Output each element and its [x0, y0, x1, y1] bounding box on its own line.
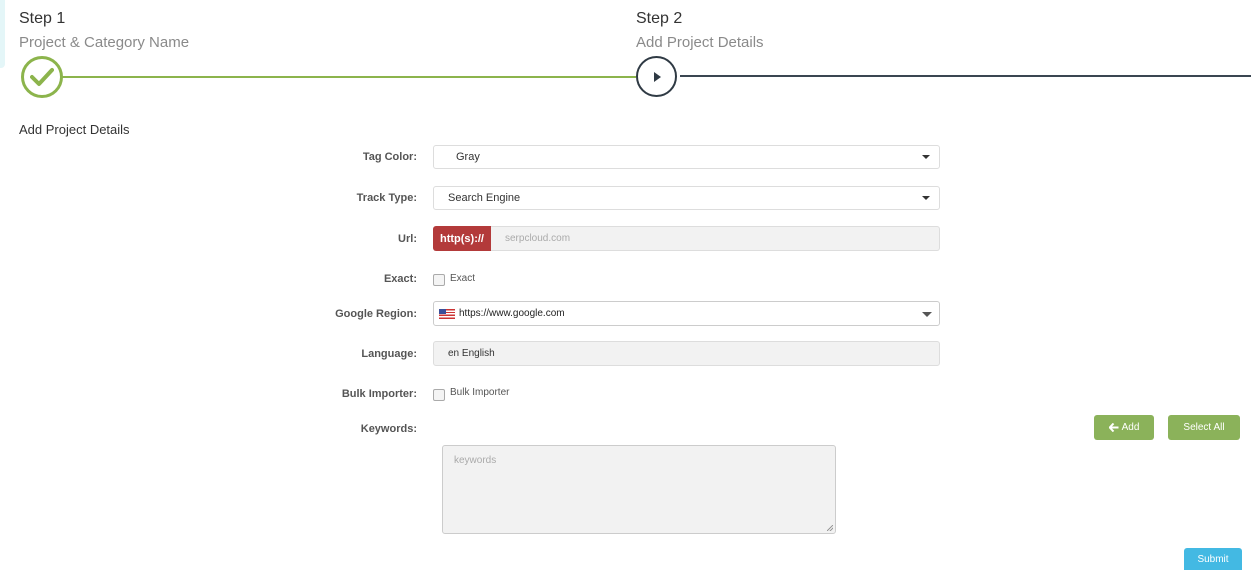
- url-protocol-prefix: http(s)://: [433, 226, 491, 251]
- step-2-current-indicator[interactable]: [636, 56, 677, 97]
- add-keyword-button[interactable]: Add: [1094, 415, 1154, 440]
- track-type-select[interactable]: Search Engine: [433, 186, 940, 210]
- language-value: en English: [448, 348, 495, 359]
- google-region-select[interactable]: https://www.google.com: [433, 301, 940, 326]
- chevron-down-icon: [922, 155, 930, 159]
- check-icon: [30, 68, 54, 86]
- us-flag-icon: [439, 308, 455, 319]
- add-button-label: Add: [1121, 422, 1140, 433]
- exact-checkbox-label[interactable]: Exact: [450, 273, 475, 284]
- keywords-textarea[interactable]: keywords: [442, 445, 836, 534]
- bulk-importer-label: Bulk Importer:: [341, 388, 417, 400]
- bulk-importer-checkbox[interactable]: [433, 389, 445, 401]
- step-2-title: Step 2: [636, 10, 683, 27]
- section-title: Add Project Details: [19, 122, 130, 137]
- tag-color-value: Gray: [456, 151, 480, 163]
- chevron-down-icon: [922, 312, 932, 317]
- resize-handle-icon[interactable]: [827, 525, 833, 531]
- step-1-title: Step 1: [19, 10, 66, 27]
- bulk-importer-checkbox-label[interactable]: Bulk Importer: [450, 387, 509, 398]
- step-1-subtitle: Project & Category Name: [19, 34, 190, 51]
- chevron-down-icon: [922, 196, 930, 200]
- keywords-label: Keywords:: [360, 423, 417, 435]
- language-field[interactable]: en English: [433, 341, 940, 366]
- exact-label: Exact:: [383, 273, 417, 285]
- play-icon: [653, 71, 661, 82]
- tag-color-select[interactable]: Gray: [433, 145, 940, 169]
- tag-color-label: Tag Color:: [362, 151, 417, 163]
- exact-checkbox[interactable]: [433, 274, 445, 286]
- google-region-label: Google Region:: [335, 308, 417, 320]
- submit-button[interactable]: Submit: [1184, 548, 1242, 570]
- google-region-value: https://www.google.com: [459, 308, 565, 319]
- step-progress-line-complete: [62, 76, 636, 78]
- step-progress-line-current: [680, 75, 1251, 77]
- arrow-left-icon: [1108, 423, 1119, 432]
- keywords-placeholder: keywords: [454, 455, 497, 466]
- url-placeholder: serpcloud.com: [505, 233, 571, 244]
- track-type-label: Track Type:: [356, 192, 417, 204]
- select-all-button[interactable]: Select All: [1168, 415, 1240, 440]
- url-label: Url:: [398, 233, 417, 245]
- step-1-complete-indicator[interactable]: [21, 56, 63, 98]
- step-2-subtitle: Add Project Details: [636, 34, 764, 51]
- language-label: Language:: [361, 348, 417, 360]
- left-accent-bar: [0, 0, 5, 68]
- url-input[interactable]: serpcloud.com: [491, 226, 940, 251]
- track-type-value: Search Engine: [448, 192, 521, 204]
